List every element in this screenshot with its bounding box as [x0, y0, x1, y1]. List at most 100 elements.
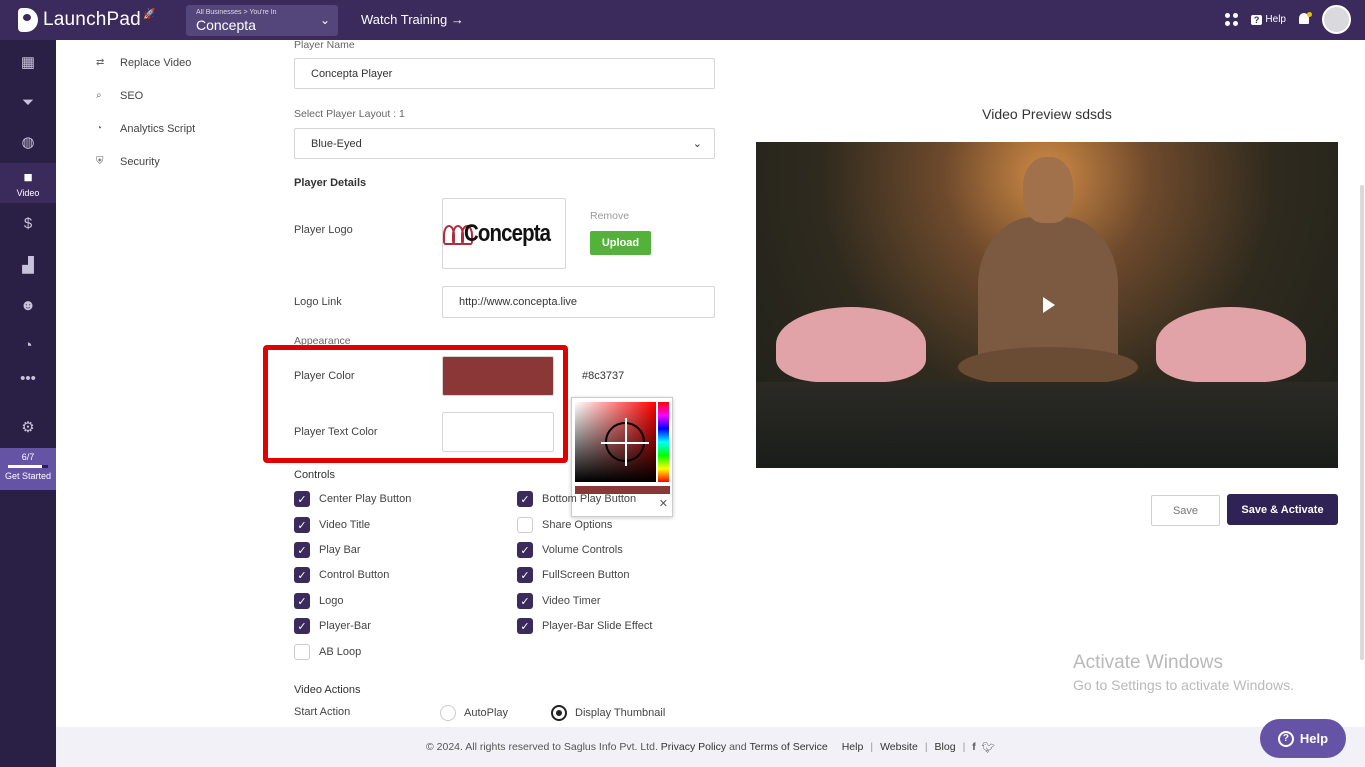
more-icon[interactable]: ••• — [0, 358, 56, 398]
dashboard-icon[interactable]: ▦ — [0, 42, 56, 82]
video-settings-menu: ⇄ Replace Video ⌕ SEO ◔ Analytics Script ⛨ S… — [96, 46, 195, 178]
control-checkbox-label: Bottom Play Button — [542, 493, 637, 505]
highlight-box — [263, 345, 568, 463]
control-checkbox-label: Control Button — [319, 569, 390, 581]
control-checkbox[interactable]: ✓ Center Play Button — [294, 491, 411, 507]
save-activate-button[interactable]: Save & Activate — [1227, 494, 1338, 525]
avatar[interactable] — [1322, 5, 1351, 34]
player-name-input[interactable]: Concepta Player — [294, 58, 715, 89]
gear-icon[interactable]: ⚙ — [0, 407, 56, 447]
upload-button[interactable]: Upload — [590, 231, 651, 255]
control-checkbox-label: Player-Bar Slide Effect — [542, 620, 653, 632]
facebook-icon[interactable]: f — [972, 741, 976, 753]
control-checkbox[interactable]: ✓ Video Timer — [517, 593, 601, 609]
radio-on — [551, 705, 567, 721]
hue-slider[interactable] — [658, 402, 669, 482]
close-icon[interactable]: ✕ — [659, 497, 668, 510]
brand-logo[interactable]: LaunchPad 🚀 — [18, 8, 178, 32]
control-checkbox-label: Center Play Button — [319, 493, 412, 505]
top-bar: LaunchPad 🚀 All Businesses > You're In C… — [0, 0, 1365, 40]
shield-icon: ⛨ — [96, 156, 104, 167]
video-preview-player[interactable] — [756, 142, 1338, 468]
launchpad-logo-icon — [18, 8, 38, 32]
control-checkbox[interactable]: ✓ Logo — [294, 593, 343, 609]
dollar-icon[interactable]: $ — [0, 203, 56, 243]
chevron-down-icon: ⌄ — [319, 13, 330, 27]
display-thumbnail-radio[interactable]: Display Thumbnail — [551, 705, 665, 721]
video-camera-icon: ■ — [23, 168, 33, 186]
save-button[interactable]: Save — [1151, 495, 1220, 526]
checkbox-checked-icon: ✓ — [294, 593, 310, 609]
chevron-down-icon: ⌄ — [692, 138, 702, 150]
control-checkbox[interactable]: ✓ Bottom Play Button — [517, 491, 636, 507]
terms-link[interactable]: Terms of Service — [750, 741, 828, 753]
control-checkbox[interactable]: ✓ Play Bar — [294, 542, 361, 558]
logo-link-input[interactable]: http://www.concepta.live — [442, 286, 715, 318]
funnel-icon[interactable]: ⏷ — [0, 82, 56, 122]
search-icon: ⌕ — [96, 90, 102, 101]
footer-and: and — [729, 741, 747, 753]
menu-item-label: Analytics Script — [120, 122, 196, 135]
footer-blog-link[interactable]: Blog — [935, 741, 956, 753]
crosshair-icon — [601, 418, 649, 466]
control-checkbox[interactable]: ✓ FullScreen Button — [517, 567, 629, 583]
watch-training-link[interactable]: Watch Training → — [361, 12, 464, 27]
control-checkbox[interactable]: ✓ Player-Bar Slide Effect — [517, 618, 652, 634]
control-checkbox[interactable]: ✓ Player-Bar — [294, 618, 371, 634]
player-color-hex: #8c3737 — [582, 370, 625, 382]
checkbox-empty-icon — [517, 517, 533, 533]
menu-item-security[interactable]: ⛨ Security — [96, 145, 195, 178]
menu-item-replace-video[interactable]: ⇄ Replace Video — [96, 46, 195, 79]
control-checkbox[interactable]: AB Loop — [294, 644, 361, 660]
nav-video[interactable]: ■ Video — [0, 163, 56, 203]
business-caption: All Businesses > You're In — [196, 9, 277, 16]
users-icon[interactable]: ☻ — [0, 285, 56, 325]
remove-logo-link[interactable]: Remove — [590, 210, 629, 222]
player-logo-preview: Concepta — [442, 198, 566, 269]
bell-icon[interactable] — [1298, 11, 1312, 27]
privacy-policy-link[interactable]: Privacy Policy — [661, 741, 726, 753]
footer-copyright: © 2024. All rights reserved to Saglus In… — [426, 741, 658, 753]
buddha-statue — [958, 157, 1138, 387]
player-layout-value: Blue-Eyed — [311, 137, 362, 150]
control-checkbox[interactable]: Share Options — [517, 517, 612, 533]
analytics-icon[interactable]: ▟ — [0, 245, 56, 285]
footer-help-link[interactable]: Help — [842, 741, 864, 753]
play-icon[interactable] — [1043, 297, 1055, 313]
checkbox-checked-icon: ✓ — [294, 491, 310, 507]
menu-item-label: Replace Video — [120, 56, 192, 69]
control-checkbox-label: Logo — [319, 595, 344, 607]
lotus-flower-right — [1156, 307, 1306, 382]
business-switcher[interactable]: All Businesses > You're In Concepta ⌄ — [186, 5, 338, 36]
saturation-area[interactable] — [575, 402, 656, 482]
progress-count: 6/7 — [21, 452, 35, 462]
globe-icon[interactable]: ◍ — [0, 122, 56, 162]
activate-windows-title: Activate Windows — [1073, 652, 1223, 673]
control-checkbox[interactable]: ✓ Volume Controls — [517, 542, 623, 558]
footer-website-link[interactable]: Website — [880, 741, 918, 753]
menu-item-analytics-script[interactable]: ◔ Analytics Script — [96, 112, 195, 145]
control-checkbox[interactable]: ✓ Control Button — [294, 567, 389, 583]
footer: © 2024. All rights reserved to Saglus In… — [56, 727, 1365, 767]
player-logo-label: Player Logo — [294, 224, 353, 236]
help-icon: ? — [1250, 14, 1263, 25]
menu-item-seo[interactable]: ⌕ SEO — [96, 79, 195, 112]
checkbox-checked-icon: ✓ — [294, 618, 310, 634]
get-started-progress[interactable]: 6/7 Get Started — [0, 448, 56, 490]
floating-help-label: Help — [1299, 731, 1329, 746]
controls-heading: Controls — [294, 469, 335, 481]
control-checkbox-label: Player-Bar — [319, 620, 371, 632]
page-scrollbar[interactable] — [1360, 185, 1364, 660]
menu-item-label: SEO — [120, 89, 144, 102]
checkbox-checked-icon: ✓ — [294, 542, 310, 558]
rocket-icon: 🚀 — [142, 8, 156, 20]
twitter-icon[interactable]: 🐦︎ — [982, 741, 995, 754]
autoplay-radio[interactable]: AutoPlay — [440, 705, 508, 721]
floating-help-button[interactable]: ? Help — [1260, 719, 1346, 758]
control-checkbox[interactable]: ✓ Video Title — [294, 517, 370, 533]
player-layout-select[interactable]: Blue-Eyed ⌄ — [294, 128, 715, 159]
apps-grid-icon[interactable] — [1224, 12, 1239, 27]
checkbox-checked-icon: ✓ — [517, 618, 533, 634]
help-link[interactable]: ? Help — [1250, 14, 1286, 25]
menu-item-label: Security — [120, 155, 160, 168]
